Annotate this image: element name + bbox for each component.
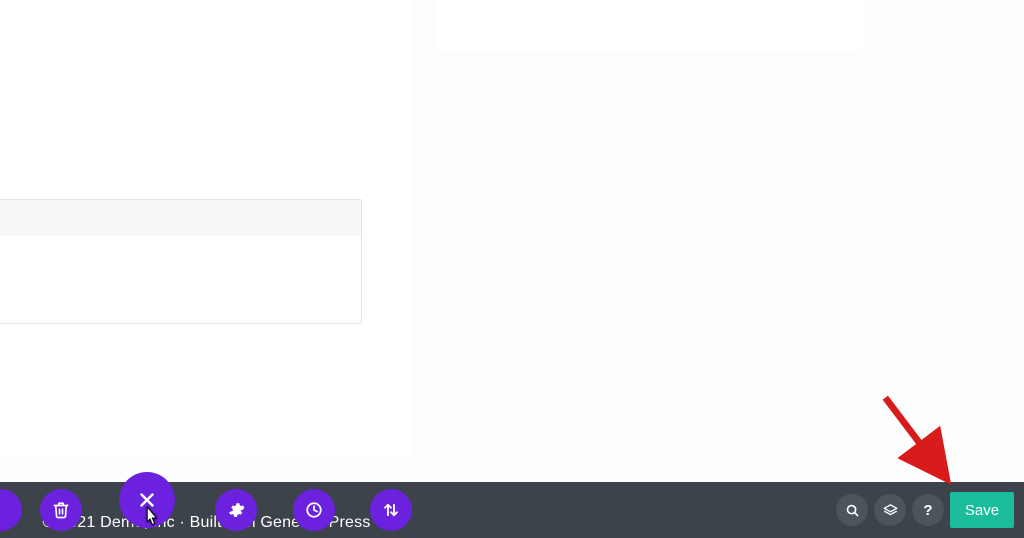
bottom-toolbar: © 2021 Demo, Inc · Built with GeneratePr… [0,482,1024,538]
close-button[interactable] [119,472,175,528]
clock-icon [305,501,323,519]
preview-card-right [436,0,862,52]
settings-button[interactable] [215,489,257,531]
close-icon [136,489,158,511]
builder-canvas: © 2021 Demo, Inc · Built with GeneratePr… [0,0,1024,538]
delete-button[interactable] [40,489,82,531]
help-icon: ? [923,502,932,519]
layers-icon [883,503,898,518]
widget-body[interactable] [0,236,362,324]
help-button[interactable]: ? [912,494,944,526]
search-button[interactable] [836,494,868,526]
layers-button[interactable] [874,494,906,526]
widget-header[interactable] [0,199,362,237]
preview-panel-left [0,0,413,458]
gear-icon [227,501,245,519]
save-button[interactable]: Save [950,492,1014,528]
save-button-label: Save [965,502,999,519]
reorder-button[interactable] [370,489,412,531]
toolbar-right-group: ? [836,482,944,538]
history-button[interactable] [293,489,335,531]
search-icon [845,503,860,518]
sort-icon [382,501,400,519]
annotation-arrow-icon [868,390,964,486]
trash-icon [52,501,70,519]
